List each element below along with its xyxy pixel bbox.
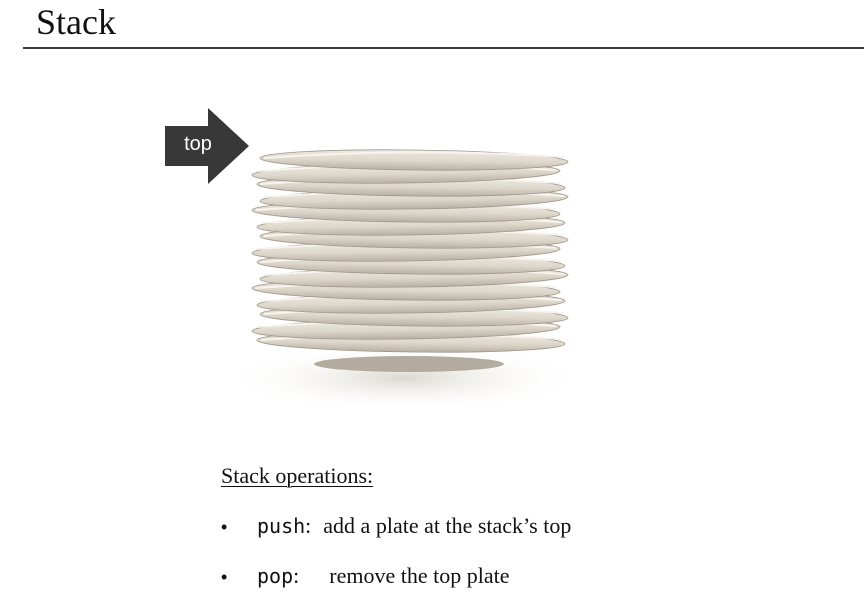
title-divider bbox=[23, 47, 864, 49]
operation-item-push: • push: add a plate at the stack’s top bbox=[221, 510, 571, 542]
plate-foot bbox=[314, 356, 504, 372]
operation-name: push bbox=[257, 514, 306, 538]
operation-name: pop bbox=[257, 564, 294, 588]
slide-title: Stack bbox=[36, 2, 116, 42]
operation-item-pop: • pop: remove the top plate bbox=[221, 560, 509, 592]
operation-description: remove the top plate bbox=[329, 563, 510, 588]
operation-description: add a plate at the stack’s top bbox=[323, 513, 572, 538]
operations-heading: Stack operations: bbox=[221, 463, 374, 488]
bullet: • bbox=[221, 517, 228, 537]
bullet: • bbox=[221, 567, 228, 587]
operation-separator: : bbox=[305, 513, 312, 538]
top-arrow-label: top bbox=[184, 133, 212, 155]
plate-stack-image bbox=[224, 149, 584, 412]
operation-separator: : bbox=[293, 563, 300, 588]
